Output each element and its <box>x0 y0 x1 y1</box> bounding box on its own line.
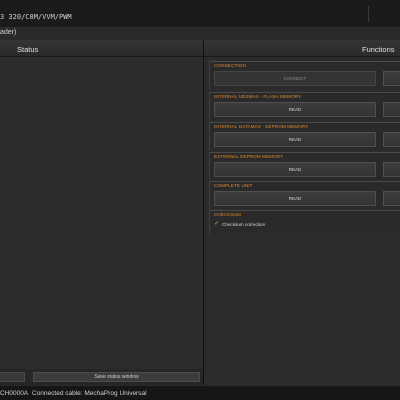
status-panel: Status Save status window <box>0 40 204 385</box>
breadcrumb: ader) <box>0 29 17 36</box>
checkbox-label: Checksum correction <box>222 222 266 227</box>
connection-extra-button[interactable] <box>383 71 400 86</box>
read-complete-unit-button[interactable]: READ <box>214 191 376 206</box>
status-bar: CH0000A Connected cable: MechaProg Unive… <box>0 385 400 400</box>
write-complete-unit-button[interactable] <box>383 191 400 206</box>
write-flash-button[interactable] <box>383 102 400 117</box>
functions-panel: Functions CONNECTION CONNECT INTERNAL UD… <box>204 40 400 385</box>
read-flash-button[interactable]: READ <box>214 102 376 117</box>
group-title: INTERNAL UDSMAX - FLASH MEMORY <box>214 94 302 99</box>
write-external-eeprom-button[interactable] <box>383 162 400 177</box>
group-title: COMPLETE UNIT <box>214 183 253 188</box>
checkmark-icon: ✓ <box>214 221 220 227</box>
title-bar: 3 320/C8M/VVM/PWM <box>0 0 400 28</box>
menu-bar: ader) <box>0 28 400 40</box>
group-title: CHECKSUM <box>214 212 242 217</box>
group-title: CONNECTION <box>214 63 246 68</box>
window-title: 3 320/C8M/VVM/PWM <box>0 13 72 21</box>
group-internal-eeprom: INTERNAL DATAMAX - EEPROM MEMORY READ <box>209 122 400 150</box>
group-checksum: CHECKSUM ✓ Checksum correction <box>209 210 400 234</box>
group-title: INTERNAL DATAMAX - EEPROM MEMORY <box>214 124 309 129</box>
status-footer: Save status window <box>0 369 203 385</box>
read-internal-eeprom-button[interactable]: READ <box>214 132 376 147</box>
save-status-button[interactable]: Save status window <box>33 372 200 382</box>
status-log-area[interactable] <box>0 57 203 369</box>
group-flash-memory: INTERNAL UDSMAX - FLASH MEMORY READ <box>209 92 400 120</box>
read-external-eeprom-button[interactable]: READ <box>214 162 376 177</box>
connected-cable-text: Connected cable: MechaProg Universal <box>32 390 147 397</box>
clear-status-button[interactable] <box>0 372 25 382</box>
group-title: EXTERNAL EEPROM MEMORY <box>214 154 284 159</box>
status-header-label: Status <box>17 45 39 54</box>
device-id: CH0000A <box>0 390 29 397</box>
status-header: Status <box>0 40 203 57</box>
connect-button[interactable]: CONNECT <box>214 71 376 86</box>
group-connection: CONNECTION CONNECT <box>209 61 400 89</box>
group-complete-unit: COMPLETE UNIT READ <box>209 181 400 209</box>
title-separator <box>368 6 369 22</box>
functions-header-label: Functions <box>362 45 395 54</box>
functions-header: Functions <box>204 40 400 57</box>
write-internal-eeprom-button[interactable] <box>383 132 400 147</box>
group-external-eeprom: EXTERNAL EEPROM MEMORY READ <box>209 152 400 180</box>
